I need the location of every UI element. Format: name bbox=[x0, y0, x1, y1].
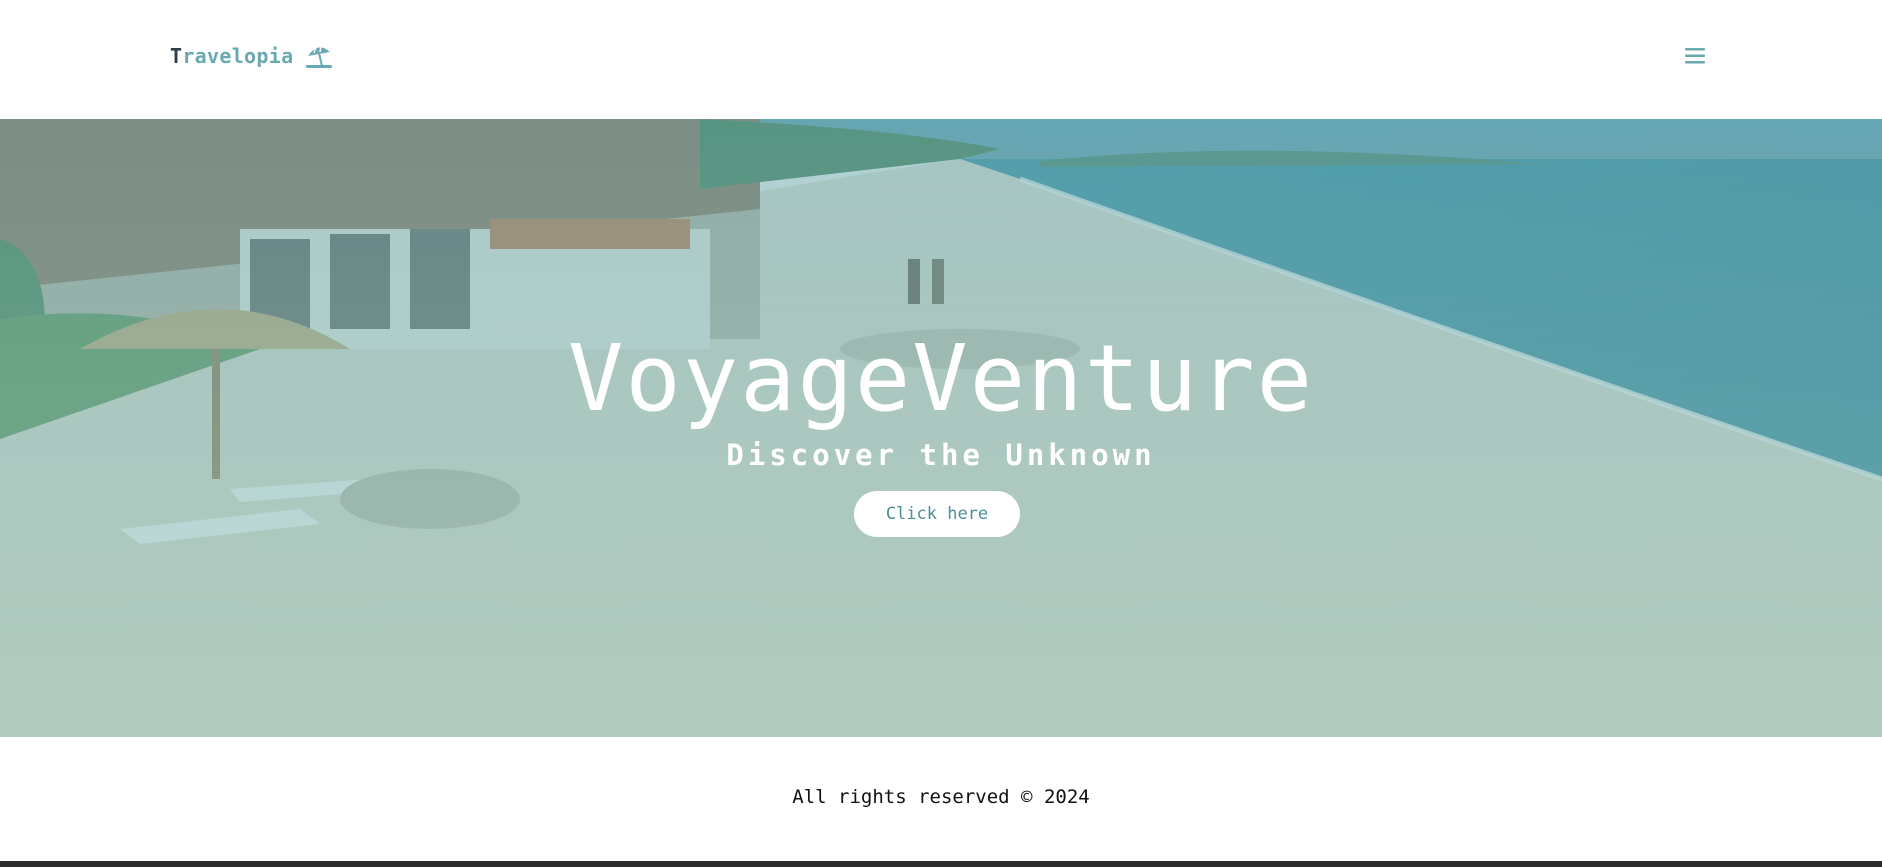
site-footer: All rights reserved © 2024 bbox=[0, 737, 1882, 861]
bottom-divider bbox=[0, 861, 1882, 867]
site-header: Travelopia bbox=[0, 0, 1882, 119]
copyright-text: All rights reserved © 2024 bbox=[792, 786, 1090, 808]
click-here-button[interactable]: Click here bbox=[854, 491, 1020, 537]
hero-subtitle: Discover the Unknown bbox=[726, 438, 1156, 472]
beach-umbrella-icon bbox=[305, 43, 333, 69]
hero-section: VoyageVenture Discover the Unknown Click… bbox=[0, 119, 1882, 737]
logo-text: ravelopia bbox=[182, 44, 294, 68]
hero-content: VoyageVenture Discover the Unknown Click… bbox=[0, 119, 1882, 737]
site-logo[interactable]: Travelopia bbox=[170, 43, 333, 69]
hamburger-menu-icon[interactable] bbox=[1683, 44, 1707, 68]
hero-title: VoyageVenture bbox=[567, 325, 1315, 432]
logo-first-letter: T bbox=[170, 44, 183, 68]
page: Travelopia VoyageVenture Discover the Un… bbox=[0, 0, 1882, 867]
